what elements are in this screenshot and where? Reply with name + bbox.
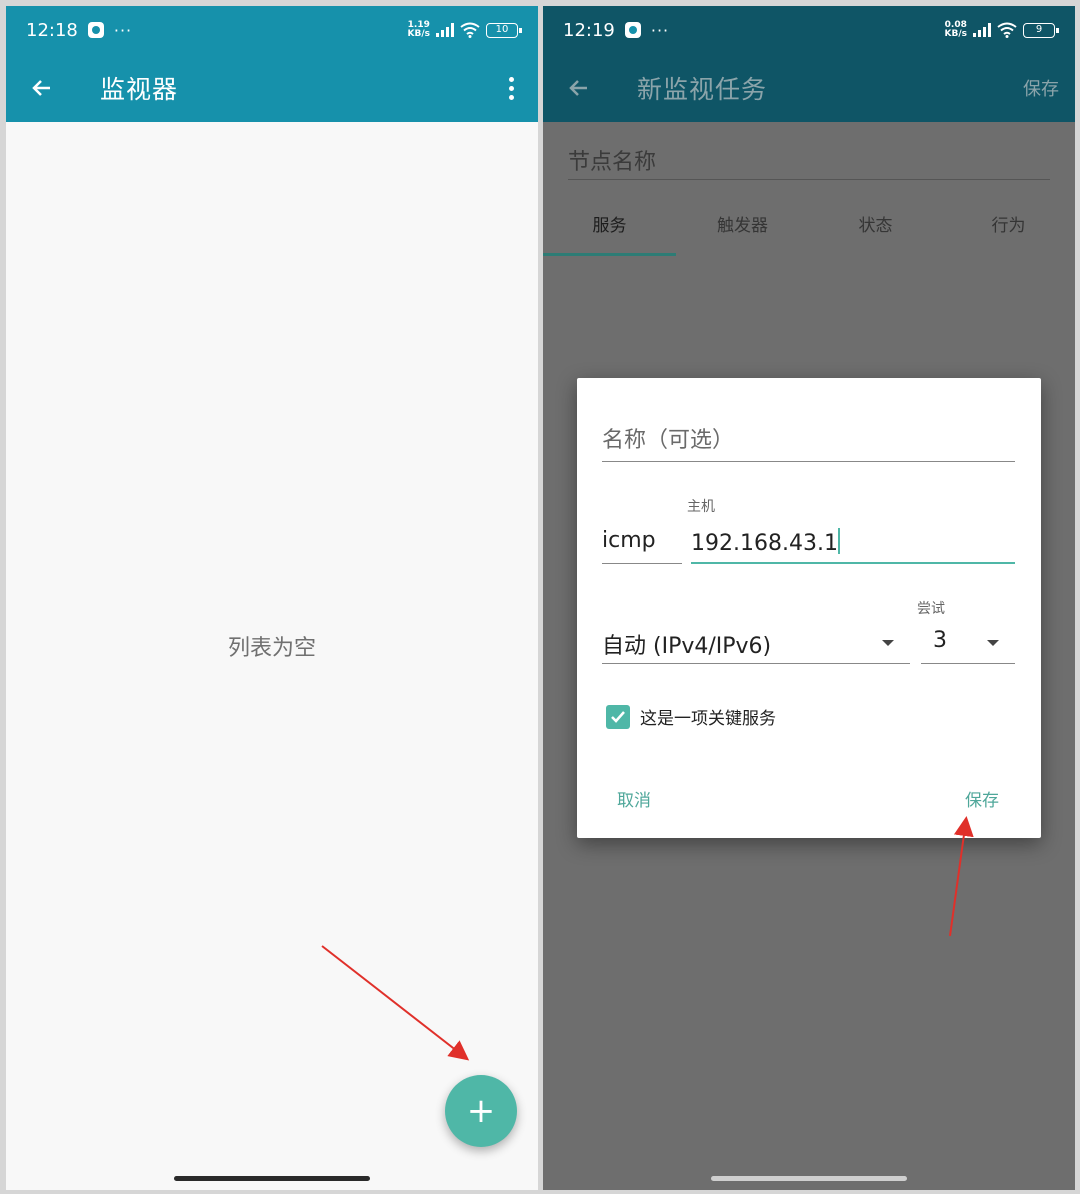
signal-icon — [436, 23, 454, 37]
more-notifications-icon: ··· — [650, 20, 670, 40]
retry-dropdown[interactable]: 3 — [921, 628, 1015, 664]
notification-app-icon — [624, 22, 641, 38]
text-cursor — [837, 528, 840, 554]
service-name-field[interactable]: 名称（可选） — [602, 422, 1015, 462]
status-time: 12:19 — [563, 19, 615, 41]
ip-version-value: 自动 (IPv4/IPv6) — [602, 634, 772, 659]
add-icon: + — [466, 1091, 496, 1131]
node-name-field[interactable]: 节点名称 — [568, 142, 1050, 180]
overflow-menu-icon[interactable] — [506, 76, 516, 100]
signal-icon — [973, 23, 991, 37]
tab-services[interactable]: 服务 — [543, 198, 676, 256]
page-title: 新监视任务 — [637, 75, 768, 104]
notification-app-icon — [87, 22, 104, 38]
ip-version-dropdown[interactable]: 自动 (IPv4/IPv6) — [602, 628, 910, 664]
back-arrow-icon[interactable] — [24, 70, 60, 106]
tab-actions[interactable]: 行为 — [942, 198, 1075, 256]
tab-status[interactable]: 状态 — [809, 198, 942, 256]
add-service-dialog: 名称（可选） icmp 主机 192.168.43.1 自动 (IPv4/IPv… — [577, 378, 1041, 838]
critical-service-option[interactable]: 这是一项关键服务 — [606, 704, 776, 729]
wifi-icon — [460, 22, 480, 38]
empty-list-message: 列表为空 — [227, 636, 316, 661]
critical-label: 这是一项关键服务 — [640, 709, 776, 729]
dropdown-arrow-icon — [987, 640, 999, 646]
battery-icon: 9 — [1023, 22, 1059, 38]
host-input[interactable]: 192.168.43.1 — [691, 528, 1015, 564]
retry-label: 尝试 — [917, 601, 945, 617]
status-time: 12:18 — [26, 19, 78, 41]
gesture-nav-bar[interactable] — [174, 1176, 370, 1181]
host-value: 192.168.43.1 — [691, 531, 838, 556]
network-speed: 1.19 KB/s — [407, 20, 430, 39]
network-speed: 0.08 KB/s — [944, 20, 967, 39]
save-button[interactable]: 保存 — [1023, 75, 1059, 101]
battery-icon: 10 — [486, 22, 522, 38]
app-bar: 新监视任务 保存 — [543, 54, 1075, 122]
back-arrow-icon[interactable] — [561, 70, 597, 106]
dropdown-arrow-icon — [882, 640, 894, 646]
add-monitor-button[interactable]: + — [445, 1075, 517, 1147]
status-bar: 12:18 ··· 1.19 KB/s 10 — [6, 6, 538, 54]
protocol-select[interactable]: icmp — [602, 528, 682, 564]
critical-checkbox[interactable] — [606, 704, 630, 729]
more-notifications-icon: ··· — [113, 20, 133, 40]
tab-triggers[interactable]: 触发器 — [676, 198, 809, 256]
retry-value: 3 — [933, 628, 947, 653]
monitor-list-screen: 12:18 ··· 1.19 KB/s 10 监视器 列表为空 + — [6, 6, 538, 1190]
tab-bar: 服务 触发器 状态 行为 — [543, 198, 1075, 256]
app-bar: 监视器 — [6, 54, 538, 122]
dialog-cancel-button[interactable]: 取消 — [617, 786, 651, 811]
host-label: 主机 — [687, 499, 715, 515]
check-icon — [611, 710, 625, 723]
status-bar: 12:19 ··· 0.08 KB/s 9 — [543, 6, 1075, 54]
gesture-nav-bar[interactable] — [711, 1176, 907, 1181]
new-monitor-task-screen: 12:19 ··· 0.08 KB/s 9 新监视任务 保存 节点名称 服务 触… — [543, 6, 1075, 1190]
dialog-save-button[interactable]: 保存 — [965, 786, 999, 811]
wifi-icon — [997, 22, 1017, 38]
page-title: 监视器 — [100, 75, 179, 104]
